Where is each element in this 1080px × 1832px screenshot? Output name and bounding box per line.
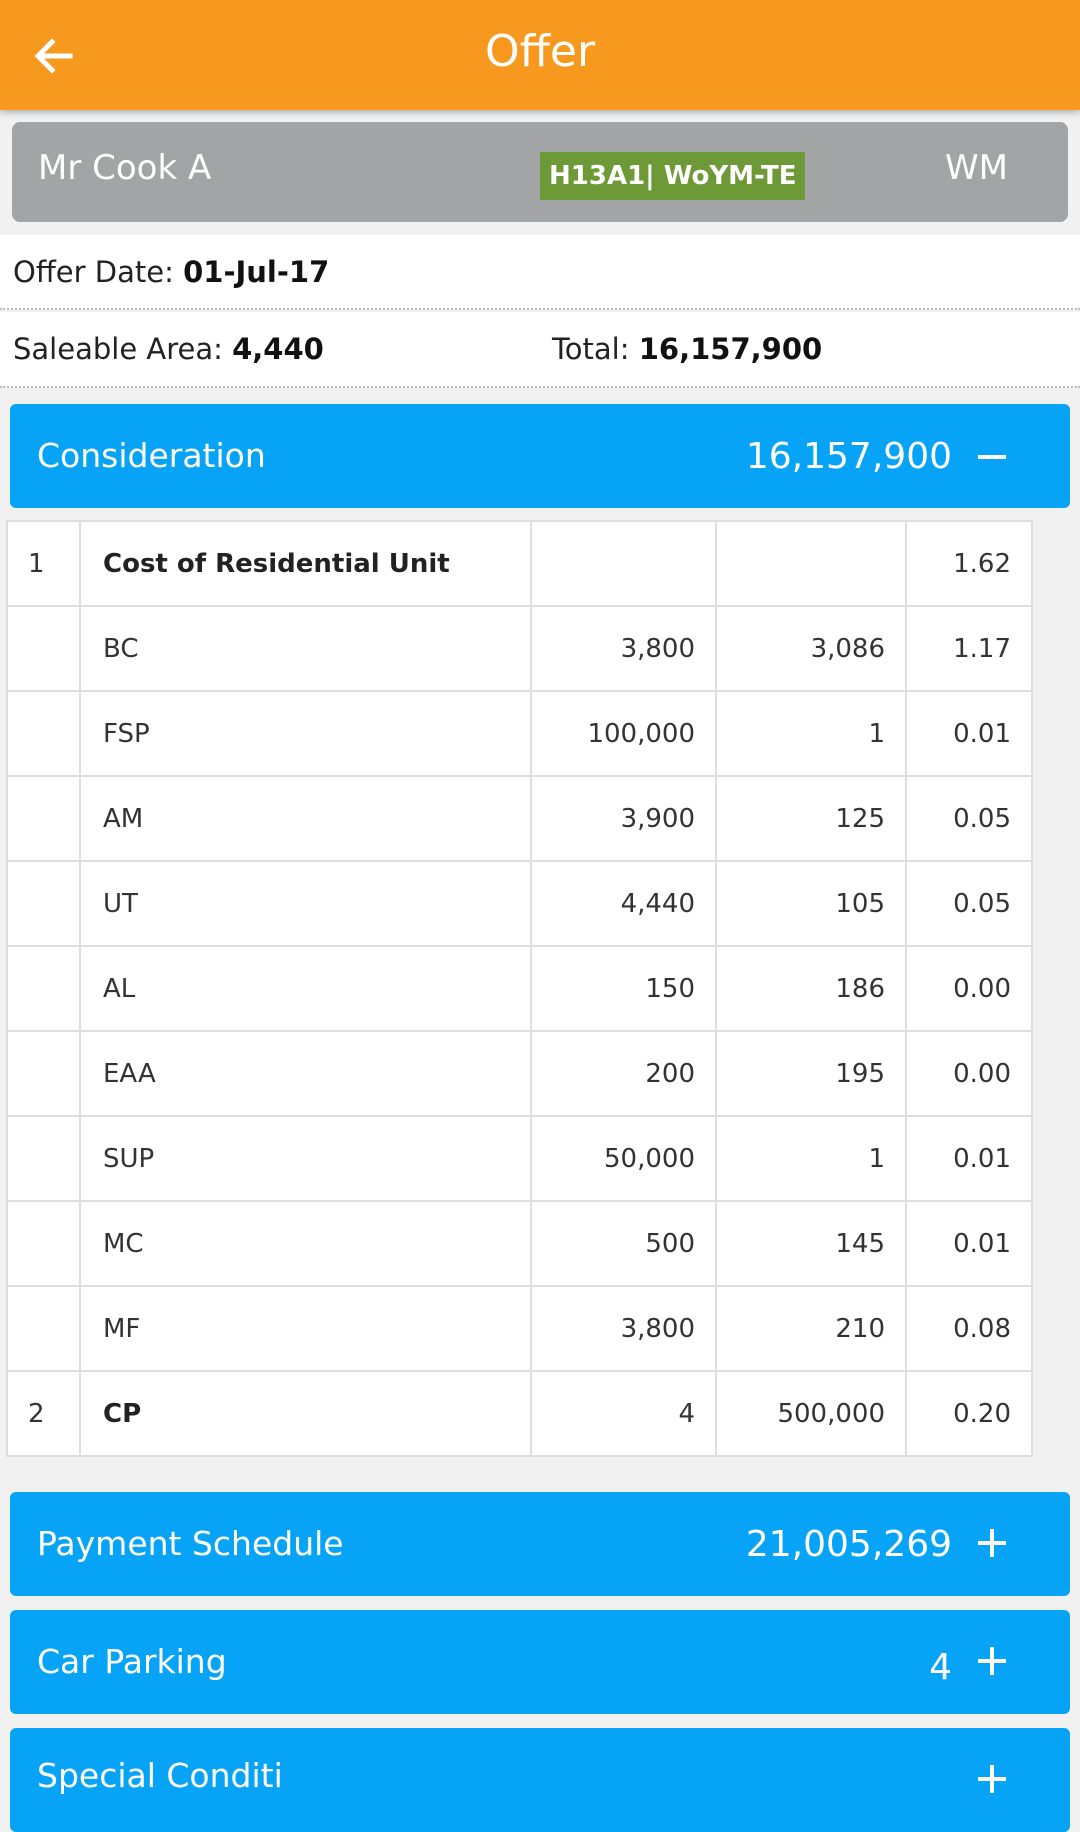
offer-date-row: Offer Date: 01-Jul-17 xyxy=(0,235,1080,310)
row-index xyxy=(6,860,81,947)
section-value: 16,157,900 xyxy=(745,436,952,477)
row-index xyxy=(6,1115,81,1202)
row-value-a xyxy=(530,520,717,607)
section-special-conditions[interactable]: Special Conditi xyxy=(10,1728,1070,1832)
row-value-c: 0.05 xyxy=(905,775,1033,862)
row-value-b: 195 xyxy=(715,1030,907,1117)
row-name: CP xyxy=(79,1370,532,1457)
row-value-a: 200 xyxy=(530,1030,717,1117)
table-row: 1 Cost of Residential Unit 1.62 xyxy=(6,520,1033,607)
customer-name: Mr Cook A xyxy=(38,148,212,188)
table-row: EAA 200 195 0.00 xyxy=(6,1030,1033,1117)
section-car-parking[interactable]: Car Parking 4 xyxy=(10,1610,1070,1714)
row-value-c: 0.01 xyxy=(905,1200,1033,1287)
row-value-c: 0.00 xyxy=(905,945,1033,1032)
row-name: FSP xyxy=(79,690,532,777)
consideration-table: 1 Cost of Residential Unit 1.62 BC 3,800 3,08… xyxy=(6,520,1033,1457)
row-index: 1 xyxy=(6,520,81,607)
plus-icon[interactable] xyxy=(978,1528,1010,1560)
row-value-b: 500,000 xyxy=(715,1370,907,1457)
row-index xyxy=(6,605,81,692)
row-name: Cost of Residential Unit xyxy=(79,520,532,607)
plus-icon[interactable] xyxy=(978,1764,1010,1796)
table-row: 2 CP 4 500,000 0.20 xyxy=(6,1370,1033,1457)
row-value-c: 0.01 xyxy=(905,1115,1033,1202)
table-row: AL 150 186 0.00 xyxy=(6,945,1033,1032)
row-index xyxy=(6,1200,81,1287)
area-total-row: Saleable Area: 4,440 Total: 16,157,900 xyxy=(0,312,1080,388)
row-value-c: 1.62 xyxy=(905,520,1033,607)
saleable-area-value: 4,440 xyxy=(232,332,324,366)
minus-icon[interactable] xyxy=(978,442,1010,474)
saleable-area-label: Saleable Area: xyxy=(13,332,223,366)
row-value-b: 125 xyxy=(715,775,907,862)
row-value-c: 1.17 xyxy=(905,605,1033,692)
plus-icon[interactable] xyxy=(978,1646,1010,1678)
row-value-a: 150 xyxy=(530,945,717,1032)
offer-date-label: Offer Date: xyxy=(13,255,174,289)
row-value-a: 100,000 xyxy=(530,690,717,777)
table-row: BC 3,800 3,086 1.17 xyxy=(6,605,1033,692)
row-value-b xyxy=(715,520,907,607)
row-value-a: 3,800 xyxy=(530,1285,717,1372)
row-value-a: 50,000 xyxy=(530,1115,717,1202)
row-value-a: 3,900 xyxy=(530,775,717,862)
row-value-a: 3,800 xyxy=(530,605,717,692)
row-name: UT xyxy=(79,860,532,947)
row-name: SUP xyxy=(79,1115,532,1202)
row-value-b: 1 xyxy=(715,1115,907,1202)
table-row: UT 4,440 105 0.05 xyxy=(6,860,1033,947)
row-name: AM xyxy=(79,775,532,862)
row-value-b: 105 xyxy=(715,860,907,947)
section-value: 21,005,269 xyxy=(745,1524,952,1565)
page-title: Offer xyxy=(484,26,596,77)
row-value-b: 210 xyxy=(715,1285,907,1372)
saleable-area: Saleable Area: 4,440 xyxy=(13,332,324,366)
unit-badge: H13A1| WoYM-TE xyxy=(540,152,806,200)
row-value-c: 0.20 xyxy=(905,1370,1033,1457)
row-name: MC xyxy=(79,1200,532,1287)
table-row: FSP 100,000 1 0.01 xyxy=(6,690,1033,777)
table-row: AM 3,900 125 0.05 xyxy=(6,775,1033,862)
section-label: Car Parking xyxy=(37,1642,227,1681)
row-name: AL xyxy=(79,945,532,1032)
total-label: Total: xyxy=(552,332,630,366)
table-row: MC 500 145 0.01 xyxy=(6,1200,1033,1287)
section-label: Special Conditi xyxy=(37,1756,283,1795)
section-value: 4 xyxy=(929,1647,952,1688)
row-value-a: 500 xyxy=(530,1200,717,1287)
total-value: 16,157,900 xyxy=(638,332,823,366)
row-index xyxy=(6,1030,81,1117)
row-name: BC xyxy=(79,605,532,692)
section-consideration[interactable]: Consideration 16,157,900 xyxy=(10,404,1070,508)
row-index xyxy=(6,775,81,862)
total: Total: 16,157,900 xyxy=(552,332,822,366)
row-index xyxy=(6,1285,81,1372)
row-value-a: 4,440 xyxy=(530,860,717,947)
row-value-b: 3,086 xyxy=(715,605,907,692)
offer-date-value: 01-Jul-17 xyxy=(183,255,330,289)
offer-date: Offer Date: 01-Jul-17 xyxy=(13,255,329,289)
row-name: MF xyxy=(79,1285,532,1372)
row-value-b: 186 xyxy=(715,945,907,1032)
table-row: MF 3,800 210 0.08 xyxy=(6,1285,1033,1372)
row-value-c: 0.01 xyxy=(905,690,1033,777)
row-value-c: 0.05 xyxy=(905,860,1033,947)
section-label: Payment Schedule xyxy=(37,1524,344,1563)
table-row: SUP 50,000 1 0.01 xyxy=(6,1115,1033,1202)
row-index: 2 xyxy=(6,1370,81,1457)
row-value-c: 0.00 xyxy=(905,1030,1033,1117)
customer-code: WM xyxy=(945,148,1008,188)
app-bar: Offer xyxy=(0,0,1080,110)
row-index xyxy=(6,690,81,777)
row-index xyxy=(6,945,81,1032)
row-value-b: 145 xyxy=(715,1200,907,1287)
row-name: EAA xyxy=(79,1030,532,1117)
row-value-b: 1 xyxy=(715,690,907,777)
row-value-a: 4 xyxy=(530,1370,717,1457)
row-value-c: 0.08 xyxy=(905,1285,1033,1372)
section-payment-schedule[interactable]: Payment Schedule 21,005,269 xyxy=(10,1492,1070,1596)
customer-header: Mr Cook A H13A1| WoYM-TE WM xyxy=(12,122,1068,222)
section-label: Consideration xyxy=(37,436,266,475)
